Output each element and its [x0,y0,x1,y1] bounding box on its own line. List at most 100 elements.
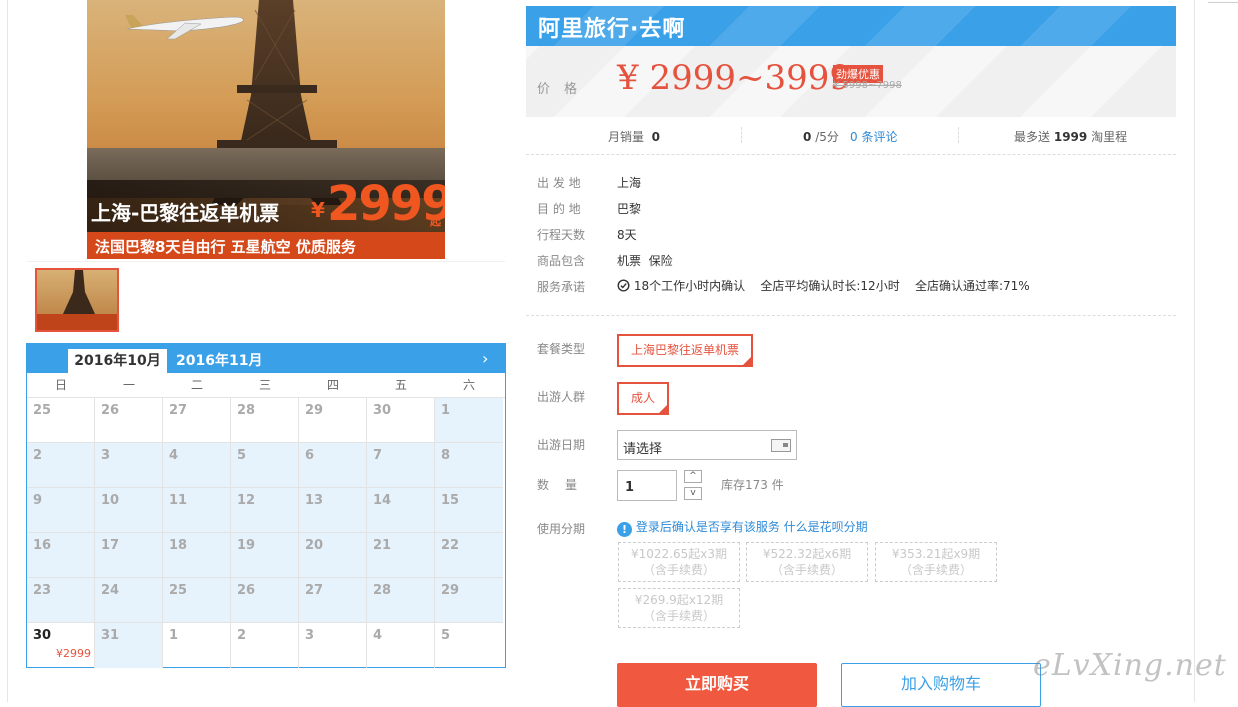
calendar-day-cell[interactable]: 20 [299,533,367,578]
calendar-day-cell[interactable]: 29 [299,398,367,443]
product-main-image: 上海-巴黎往返单机票 ¥ 2999 起 法国巴黎8天自由行 五星航空 优质服务 [87,0,445,259]
day-number: 12 [237,493,256,508]
calendar-day-cell[interactable]: 30 [367,398,435,443]
date-placeholder: 请选择 [623,442,663,457]
day-number: 13 [305,493,324,508]
weekday-label: 日 [54,378,67,392]
day-number: 21 [373,538,392,553]
calendar-day-cell[interactable]: 24 [95,578,163,623]
info-icon: ! [617,522,632,537]
quantity-input[interactable]: 1 [617,470,677,501]
calendar-day-cell[interactable]: 4 [163,443,231,488]
service-value: 18个工作小时内确认 全店平均确认时长:12小时 全店确认通过率:71% [617,277,1030,294]
original-price: ¥ 5998~7998 [833,80,902,91]
day-number: 5 [237,448,247,463]
stock-count: 库存173 件 [721,478,784,492]
weekday-label: 一 [122,378,135,392]
calendar-day-cell[interactable]: 9 [27,488,95,533]
chevron-right-icon[interactable]: › [482,347,488,371]
crowd-option[interactable]: 成人 [617,382,669,434]
installment-period: x9期 [953,547,981,561]
calendar-day-cell[interactable]: 22 [435,533,503,578]
calendar-day-cell[interactable]: 19 [231,533,299,578]
installment-option[interactable]: ¥353.21起x9期 （含手续费） [875,542,997,582]
quantity-decrease-button[interactable]: v [684,487,702,500]
calendar-day-cell[interactable]: 28 [367,578,435,623]
installment-fee: （含手续费） [770,563,843,577]
installment-option[interactable]: ¥1022.65起x3期 （含手续费） [618,542,740,582]
calendar-day-cell[interactable]: 1 [435,398,503,443]
calendar-day-cell[interactable]: 8 [435,443,503,488]
calendar-day-cell[interactable]: 3 [299,623,367,668]
page-border-left [7,0,8,702]
day-price: ¥2999 [56,647,91,660]
destination-value: 巴黎 [617,202,642,216]
thumbnail-1[interactable] [35,268,119,332]
package-option-label: 上海巴黎往返单机票 [630,343,739,357]
calendar-day-cell[interactable]: 6 [299,443,367,488]
calendar-day-cell[interactable]: 30 ¥2999 [27,623,95,668]
installment-option[interactable]: ¥269.9起x12期 （含手续费） [618,588,740,628]
calendar-day-cell[interactable]: 5 [231,443,299,488]
calendar-day-cell[interactable]: 4 [367,623,435,668]
calendar-day-cell[interactable]: 31 [95,623,163,668]
installment-help-link[interactable]: 什么是花呗分期 [784,520,868,534]
day-number: 4 [373,628,383,643]
monthly-sales-label: 月销量 [608,130,645,144]
package-option[interactable]: 上海巴黎往返单机票 [617,334,753,386]
calendar-day-cell[interactable]: 10 [95,488,163,533]
add-to-cart-button[interactable]: 加入购物车 [841,663,1041,707]
installment-fee: （含手续费） [642,609,715,623]
calendar-day-cell[interactable]: 26 [95,398,163,443]
weekday-label: 五 [394,378,407,392]
calendar-day-cell[interactable]: 5 [435,623,503,668]
calendar-icon[interactable] [771,439,791,452]
calendar-day-cell[interactable]: 3 [95,443,163,488]
product-title-bar: 阿里旅行·去啊 [526,6,1176,46]
calendar-day-cell[interactable]: 1 [163,623,231,668]
day-number: 4 [169,448,179,463]
month-tab-november[interactable]: 2016年11月 [176,349,262,373]
day-number: 14 [373,493,392,508]
calendar-day-cell[interactable]: 21 [367,533,435,578]
includes-value: 机票 保险 [617,254,673,268]
calendar-day-cell[interactable]: 27 [163,398,231,443]
reviews-link[interactable]: 0 条评论 [850,128,897,145]
calendar-day-cell[interactable]: 29 [435,578,503,623]
travel-date-input[interactable]: 请选择 [617,430,797,460]
day-number: 16 [33,538,52,553]
day-number: 3 [305,628,315,643]
calendar-day-cell[interactable]: 12 [231,488,299,533]
rating-value: 0 [803,130,812,144]
calendar-day-cell[interactable]: 14 [367,488,435,533]
calendar-day-cell[interactable]: 2 [27,443,95,488]
calendar-day-cell[interactable]: 27 [299,578,367,623]
month-tab-october[interactable]: 2016年10月 [68,349,167,373]
calendar-day-cell[interactable]: 17 [95,533,163,578]
service-confirm: 18个工作小时内确认 [633,279,746,293]
price-label: 价格 [537,82,592,97]
calendar-day-cell[interactable]: 18 [163,533,231,578]
calendar-day-cell[interactable]: 11 [163,488,231,533]
calendar-day-cell[interactable]: 25 [163,578,231,623]
calendar-day-cell[interactable]: 25 [27,398,95,443]
selected-check-icon [741,355,753,386]
day-number: 22 [441,538,460,553]
calendar-day-cell[interactable]: 15 [435,488,503,533]
calendar-day-cell[interactable]: 26 [231,578,299,623]
calendar-day-cell[interactable]: 16 [27,533,95,578]
calendar-day-cell[interactable]: 7 [367,443,435,488]
calendar-day-cell[interactable]: 2 [231,623,299,668]
service-label: 服务承诺 [537,280,586,294]
quantity-increase-button[interactable]: ^ [684,470,702,483]
buy-now-button[interactable]: 立即购买 [617,663,817,707]
installment-price: ¥1022.65起 [630,547,701,561]
day-number: 25 [33,403,52,418]
date-label: 出游日期 [537,438,586,452]
day-number: 7 [373,448,383,463]
calendar-day-cell[interactable]: 23 [27,578,95,623]
hero-subtitle: 法国巴黎8天自由行 五星航空 优质服务 [95,238,356,256]
installment-option[interactable]: ¥522.32起x6期 （含手续费） [746,542,868,582]
calendar-day-cell[interactable]: 13 [299,488,367,533]
calendar-day-cell[interactable]: 28 [231,398,299,443]
